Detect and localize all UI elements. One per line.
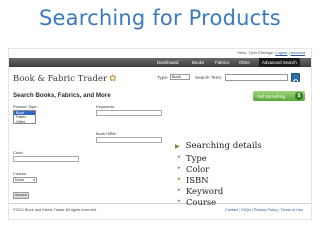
course-select-value: None [15,178,25,182]
footer-separator: | [251,208,253,212]
color-input[interactable] [13,156,79,162]
sub-bullet-arrow-icon: ▸ [178,165,181,171]
sub-bullet-text: Course [186,197,217,207]
bullet-list: ▶ Searching details ▸ Type ▸ Color ▸ ISBN ▸ K… [175,141,262,208]
account-link[interactable]: Account [291,50,305,55]
logout-link[interactable]: Logout [275,50,287,55]
footer-separator: | [278,208,280,212]
tab-fabrics[interactable]: Fabrics [215,60,229,65]
tab-dashboard[interactable]: Dashboard [157,60,178,65]
footer-link-privacy[interactable]: Privacy Policy [254,208,278,212]
sub-bullet-text: ISBN [186,175,209,185]
sub-bullet-item: ▸ Course [175,197,262,208]
course-select[interactable]: None ▾ [13,177,37,183]
brand-name: Book & Fabric Trader [13,74,108,84]
slide-title: Searching for Products [39,6,281,30]
bullet-item: ▶ Searching details [175,141,262,153]
color-label: Color: [13,150,24,155]
sub-bullet-arrow-icon: ▸ [178,198,181,204]
tab-other[interactable]: Other [239,60,250,65]
copyright-text: ©2011 Book and Fabric Trader All rights … [13,208,97,212]
search-icon [293,79,300,86]
product-type-option-other[interactable]: Other [14,120,35,124]
sell-something-label: Sell Something [257,94,286,99]
footer-link-faqs[interactable]: FAQs [241,208,251,212]
type-label: Type: [157,75,169,80]
sub-bullet-item: ▸ Type [175,153,262,164]
app-screenshot: Hello, Tyler Ethridge: Logout | Account … [8,48,312,220]
search-term-label: Search Term: [195,75,223,80]
footer-divider [9,203,311,204]
brand-logo-icon: ✿ [109,73,117,83]
bullet-text: Searching details [185,141,262,151]
sub-bullet-text: Type [186,153,207,163]
type-select[interactable]: Book [170,74,190,80]
sub-bullet-item: ▸ Color [175,164,262,175]
footer-separator: | [239,208,241,212]
footer-links: Contact | FAQs | Privacy Policy | Terms … [225,208,303,212]
tab-advanced-search[interactable]: Advanced Search [259,58,300,67]
userbar-separator: | [288,50,290,55]
product-type-listbox[interactable]: Book Fabric Other [13,110,36,124]
sub-bullet-item: ▸ Keyword [175,186,262,197]
chevron-down-icon: ▾ [33,178,35,182]
greeting-text: Hello, Tyler Ethridge: [237,50,275,55]
keywords-input[interactable] [96,110,162,116]
footer-link-contact[interactable]: Contact [225,208,238,212]
tab-books[interactable]: Books [192,60,204,65]
dollar-icon: $ [295,92,303,100]
isbn-input[interactable] [96,137,162,143]
sub-bullet-arrow-icon: ▸ [178,187,181,193]
isbn-label: Book ISBN: [96,131,117,136]
sell-something-button[interactable]: Sell Something $ [253,91,305,101]
sub-bullet-arrow-icon: ▸ [178,176,181,182]
sub-bullet-item: ▸ ISBN [175,175,262,186]
type-select-value: Book [172,75,181,79]
product-type-label: Product Type: [13,104,38,109]
bullet-arrow-icon: ▶ [175,143,180,150]
user-bar: Hello, Tyler Ethridge: Logout | Account [237,50,305,55]
sub-bullet-arrow-icon: ▸ [178,154,181,160]
section-title: Search Books, Fabrics, and More [13,92,111,99]
sub-bullet-text: Color [186,164,210,174]
sub-bullet-text: Keyword [186,186,224,196]
course-label: Course: [13,171,28,176]
footer-link-terms[interactable]: Terms of Use [281,208,303,212]
search-button[interactable]: Search [13,192,29,199]
top-nav: Dashboard Books Fabrics Other Advanced S… [9,58,311,67]
keywords-label: Keywords: [96,104,115,109]
search-go-button[interactable] [291,73,300,86]
search-term-input[interactable] [225,74,288,81]
